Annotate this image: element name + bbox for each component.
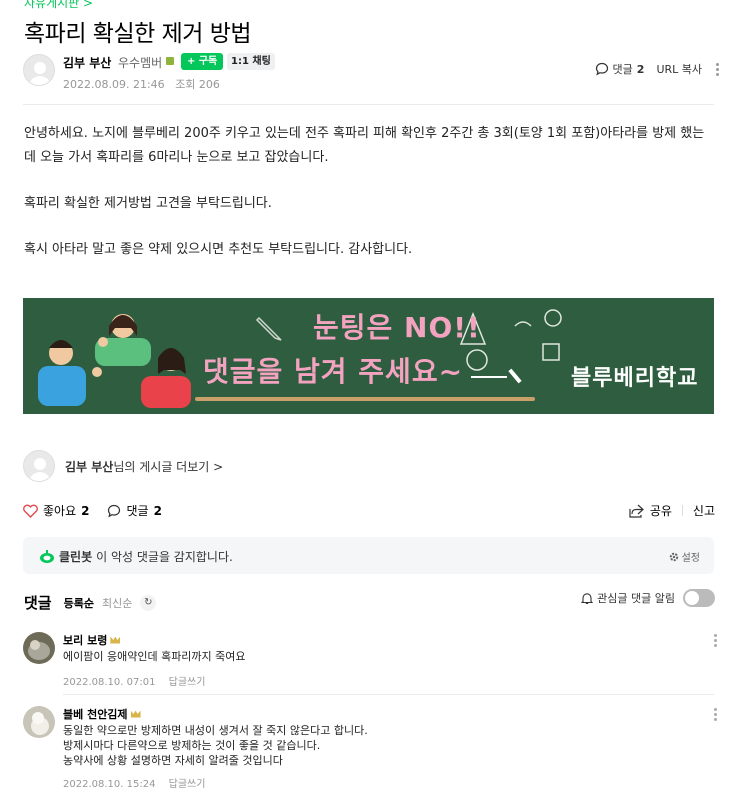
notify-toggle[interactable] (683, 589, 715, 607)
post-paragraph: 혹시 아타라 말고 좋은 약제 있으시면 추천도 부탁드립니다. 감사합니다. (24, 242, 413, 257)
subscribe-button[interactable]: + 구독 (181, 53, 224, 70)
post-body: 안녕하세요. 노지에 블루베리 200주 키우고 있는데 전주 혹파리 피해 확… (24, 122, 714, 284)
comment-line: 방제시마다 다른약으로 방제하는 것이 좋을 것 같습니다. (63, 739, 321, 752)
notify-label: 관심글 댓글 알림 (597, 592, 675, 605)
crown-icon (110, 636, 121, 644)
url-copy-button[interactable]: URL 복사 (656, 61, 702, 77)
header-divider (23, 104, 714, 105)
post-title: 혹파리 확실한 제거 방법 (24, 21, 252, 47)
chalk-ledge (195, 397, 535, 401)
more-posts-link[interactable]: 김부 부산 님의 게시글 더보기 > (23, 450, 223, 482)
reaction-row: 좋아요 2 댓글 2 (23, 502, 180, 519)
like-count: 2 (81, 503, 90, 518)
cleanbot-settings-label: 설정 (681, 553, 700, 564)
comment-text: 동일한 약으로만 방제하면 내성이 생겨서 잘 죽지 않은다고 합니다. 방제시… (63, 723, 368, 768)
report-button[interactable]: 신고 (693, 502, 715, 519)
sort-registered-tab[interactable]: 등록순 (64, 595, 94, 611)
post-date: 2022.08.09. 21:46 (63, 78, 165, 91)
avatar-body-shape (29, 76, 51, 85)
sort-latest-tab[interactable]: 최신순 (102, 595, 132, 611)
gear-icon (669, 552, 678, 561)
comment-divider (63, 694, 714, 695)
reply-button[interactable]: 답글쓰기 (169, 779, 206, 790)
banner-line1: 눈팅은 NO!! (313, 311, 481, 344)
post-views: 조회 206 (175, 78, 220, 91)
avatar-head-shape (34, 62, 46, 74)
cleanbot-bar: 클린봇 이 악성 댓글을 감지합니다. 설정 (23, 537, 714, 574)
crown-icon (130, 710, 141, 718)
comment-toggle-button[interactable]: 댓글 2 (107, 502, 162, 519)
more-posts-suffix: 님의 게시글 더보기 > (113, 459, 224, 474)
like-button[interactable]: 좋아요 2 (23, 502, 89, 519)
cleanbot-message: 이 악성 댓글을 감지합니다. (96, 550, 233, 564)
comment-toggle-label: 댓글 (126, 504, 149, 518)
author-avatar[interactable] (23, 54, 55, 86)
post-more-icon[interactable] (716, 62, 719, 76)
more-posts-author: 김부 부산 (65, 459, 114, 474)
grade-icon (166, 57, 174, 65)
comment-line: 에이팜이 응애약인데 혹파리까지 죽여요 (63, 650, 246, 663)
commenter-avatar[interactable] (23, 632, 55, 664)
commenter-name-text: 블베 천안김제 (63, 708, 128, 721)
comment-more-icon[interactable] (714, 708, 717, 721)
comment-line: 농약사에 상황 설명하면 자세히 알려줄 것입니다 (63, 754, 283, 767)
comment-bubble-icon (108, 504, 121, 518)
comment-link-count: 2 (636, 62, 645, 76)
share-icon (629, 504, 644, 518)
comment-meta: 2022.08.10. 15:24 답글쓰기 (63, 775, 215, 790)
like-label: 좋아요 (43, 504, 77, 518)
post-meta: 2022.08.09. 21:46 조회 206 (63, 76, 220, 92)
author-avatar-small (23, 450, 55, 482)
cleanbot-icon (40, 549, 54, 563)
avatar-photo (23, 706, 55, 738)
banner-people-illustration (38, 314, 191, 408)
commenter-avatar[interactable] (23, 706, 55, 738)
pencil-doodle-icon (255, 316, 282, 341)
commenter-name[interactable]: 블베 천안김제 (63, 706, 141, 722)
commenter-name-text: 보리 보령 (63, 634, 108, 647)
cafe-banner: 눈팅은 NO!! 댓글을 남겨 주세요~ 블루베리학교 (23, 298, 714, 414)
comment-notify: 관심글 댓글 알림 (581, 589, 715, 607)
cleanbot-settings-button[interactable]: 설정 (669, 549, 700, 564)
banner-line2: 댓글을 남겨 주세요~ (203, 355, 464, 388)
share-button[interactable]: 공유 (650, 502, 672, 519)
comment-link[interactable]: 댓글 2 (595, 61, 645, 77)
banner-dash (471, 376, 507, 378)
comments-heading: 댓글 (24, 594, 52, 612)
bell-icon (581, 592, 594, 604)
separator (681, 505, 683, 516)
chat-button[interactable]: 1:1 채팅 (227, 53, 275, 70)
post-paragraph: 혹파리 확실한 제거방법 고견을 부탁드립니다. (24, 196, 272, 211)
banner-brand: 블루베리학교 (571, 366, 699, 391)
comment-text: 에이팜이 응애약인데 혹파리까지 죽여요 (63, 649, 246, 664)
cleanbot-notice: 클린봇 이 악성 댓글을 감지합니다. (39, 548, 233, 565)
comment-date: 2022.08.10. 15:24 (63, 779, 156, 790)
comment-more-icon[interactable] (714, 634, 717, 647)
comment-item: 블베 천안김제 동일한 약으로만 방제하면 내성이 생겨서 잘 죽지 않은다고 … (23, 706, 723, 796)
comments-header: 댓글 등록순 최신순 ↻ (24, 592, 157, 613)
author-grade: 우수멤버 (118, 56, 163, 70)
comment-bubble-icon (595, 62, 608, 76)
comment-toggle-count: 2 (153, 503, 162, 518)
board-link[interactable]: 자유게시판 > (24, 0, 93, 11)
comment-line: 동일한 약으로만 방제하면 내성이 생겨서 잘 죽지 않은다고 합니다. (63, 724, 368, 737)
heart-icon (23, 503, 38, 518)
author-name[interactable]: 김부 부산 (63, 54, 111, 71)
reply-button[interactable]: 답글쓰기 (169, 677, 206, 688)
top-actions: 댓글 2 URL 복사 (595, 61, 719, 77)
avatar-photo (23, 632, 55, 664)
refresh-icon[interactable]: ↻ (140, 594, 157, 611)
post-paragraph: 안녕하세요. 노지에 블루베리 200주 키우고 있는데 전주 혹파리 피해 확… (24, 126, 705, 165)
comment-date: 2022.08.10. 07:01 (63, 677, 156, 688)
share-row: 공유 신고 (629, 502, 715, 519)
commenter-name[interactable]: 보리 보령 (63, 632, 121, 648)
comment-link-label: 댓글 (612, 63, 633, 76)
cleanbot-name: 클린봇 (59, 550, 93, 564)
comment-meta: 2022.08.10. 07:01 답글쓰기 (63, 673, 215, 688)
comment-item: 보리 보령 에이팜이 응애약인데 혹파리까지 죽여요 2022.08.10. 0… (23, 632, 723, 688)
